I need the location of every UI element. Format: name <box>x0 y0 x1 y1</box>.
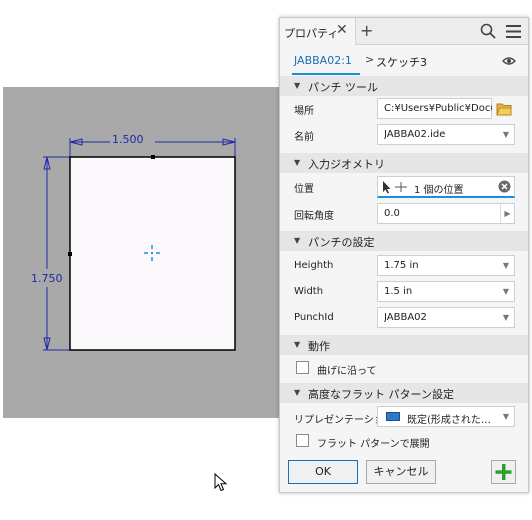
width-select[interactable]: 1.5 in ▼ <box>377 281 515 302</box>
representation-icon <box>386 412 400 421</box>
section-punch-settings[interactable]: ▼ パンチの設定 <box>280 231 528 251</box>
name-value: JABBA02.ide <box>384 129 446 140</box>
position-value: 1 個の位置 <box>414 185 464 196</box>
graphics-canvas[interactable]: 1.500 1.750 <box>3 87 283 492</box>
collapse-triangle-icon: ▼ <box>294 158 301 167</box>
panel-tabbar: プロパティ ✕ + <box>280 18 528 45</box>
width-label: Width <box>294 286 324 297</box>
representation-value: 既定(形成された… <box>407 415 491 426</box>
rotation-input[interactable]: 0.0 ▶ <box>377 203 515 224</box>
hamburger-menu-icon[interactable] <box>506 25 521 38</box>
tab-properties-label: プロパティ <box>284 27 339 40</box>
eye-icon[interactable] <box>502 56 516 66</box>
collapse-triangle-icon: ▼ <box>294 236 301 245</box>
name-select[interactable]: JABBA02.ide ▼ <box>377 124 515 145</box>
representation-select[interactable]: 既定(形成された… ▼ <box>377 406 515 427</box>
dimension-height-label[interactable]: 1.750 <box>30 272 64 285</box>
section-punch-tool[interactable]: ▼ パンチ ツール <box>280 76 528 96</box>
section-title: パンチ ツール <box>308 81 379 94</box>
height-select[interactable]: 1.75 in ▼ <box>377 255 515 276</box>
close-icon[interactable]: ✕ <box>336 22 348 38</box>
rotation-value: 0.0 <box>384 208 400 219</box>
section-advanced-flat-pattern[interactable]: ▼ 高度なフラット パターン設定 <box>280 383 528 403</box>
search-icon[interactable] <box>480 23 496 39</box>
follow-bend-label: 曲げに沿って <box>317 366 377 377</box>
position-label: 位置 <box>294 184 314 195</box>
chevron-down-icon: ▼ <box>502 261 509 270</box>
position-selector[interactable]: 1 個の位置 <box>377 176 515 198</box>
section-title: パンチの設定 <box>308 236 375 249</box>
chevron-down-icon: ▼ <box>502 412 509 421</box>
spin-arrow-icon[interactable]: ▶ <box>500 204 514 223</box>
clear-icon[interactable] <box>498 180 511 193</box>
name-label: 名前 <box>294 132 314 143</box>
height-value: 1.75 in <box>384 260 419 271</box>
breadcrumb-underline <box>292 73 360 75</box>
mouse-cursor-icon <box>214 473 228 492</box>
chevron-down-icon: ▼ <box>502 130 509 139</box>
location-label: 場所 <box>294 106 314 117</box>
rotation-label: 回転角度 <box>294 211 334 222</box>
chevron-down-icon: ▼ <box>502 313 509 322</box>
punchid-label: PunchId <box>294 312 334 323</box>
ok-button[interactable]: OK <box>288 460 358 484</box>
section-title: 動作 <box>308 340 330 353</box>
height-label: Heighth <box>294 260 334 271</box>
section-title: 入力ジオメトリ <box>308 158 385 171</box>
section-input-geometry[interactable]: ▼ 入力ジオメトリ <box>280 153 528 173</box>
unfold-label: フラット パターンで展開 <box>317 439 430 450</box>
select-cursor-icon <box>383 181 407 194</box>
properties-panel: プロパティ ✕ + JABBA02:1 > スケッチ3 ▼ パンチ ツール 場所… <box>279 17 529 493</box>
location-field[interactable]: C:¥Users¥Public¥Docum <box>377 98 492 119</box>
unfold-checkbox[interactable] <box>296 434 309 447</box>
width-value: 1.5 in <box>384 286 413 297</box>
collapse-triangle-icon: ▼ <box>294 81 301 90</box>
breadcrumb-link[interactable]: JABBA02:1 <box>294 54 352 67</box>
plus-icon <box>495 464 512 480</box>
punchid-value: JABBA02 <box>384 312 427 323</box>
chevron-down-icon: ▼ <box>502 287 509 296</box>
add-tab-icon[interactable]: + <box>360 21 373 40</box>
apply-plus-button[interactable] <box>491 460 516 484</box>
section-behavior[interactable]: ▼ 動作 <box>280 335 528 355</box>
breadcrumb-current: スケッチ3 <box>376 56 427 69</box>
app-root: 1.500 1.750 プロパティ ✕ + JABBA02:1 > スケッチ3 … <box>0 0 532 520</box>
location-value: C:¥Users¥Public¥Docum <box>384 103 492 114</box>
follow-bend-checkbox[interactable] <box>296 361 309 374</box>
cancel-button[interactable]: キャンセル <box>366 460 436 484</box>
tab-properties[interactable]: プロパティ ✕ <box>280 18 356 45</box>
breadcrumb: JABBA02:1 > スケッチ3 <box>280 46 528 76</box>
punchid-select[interactable]: JABBA02 ▼ <box>377 307 515 328</box>
breadcrumb-separator: > <box>365 53 375 66</box>
collapse-triangle-icon: ▼ <box>294 388 301 397</box>
folder-icon[interactable] <box>496 102 512 116</box>
dimension-width-label[interactable]: 1.500 <box>110 133 146 146</box>
collapse-triangle-icon: ▼ <box>294 340 301 349</box>
section-title: 高度なフラット パターン設定 <box>308 388 454 401</box>
